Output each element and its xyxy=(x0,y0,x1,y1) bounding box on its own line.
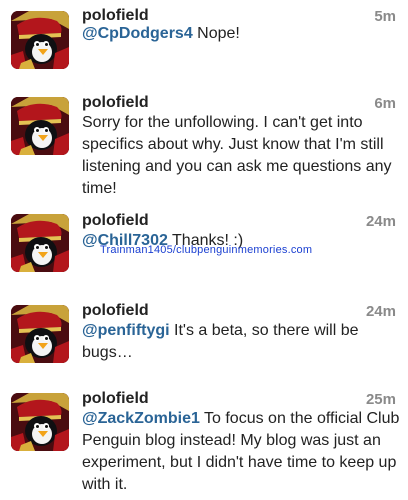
tweet-body: Nope! xyxy=(192,25,240,42)
tweet-username[interactable]: polofield xyxy=(82,302,149,320)
tweet-text: @ZackZombie1 To focus on the official Cl… xyxy=(82,408,400,496)
tweet-item[interactable]: polofield 5m @CpDodgers4 Nope! xyxy=(0,0,408,87)
tweet-item[interactable]: polofield 24m @Chill7302 Thanks! :) Trai… xyxy=(0,204,408,295)
penguin-avatar-icon[interactable] xyxy=(11,214,69,272)
tweet-timestamp: 25m xyxy=(365,391,396,408)
tweet-text: Sorry for the unfollowing. I can't get i… xyxy=(82,114,392,197)
tweet-username[interactable]: polofield xyxy=(82,94,149,112)
tweet-feed: polofield 5m @CpDodgers4 Nope! polofield… xyxy=(0,0,408,500)
tweet-text: @penfiftygi It's a beta, so there will b… xyxy=(82,320,400,364)
tweet-timestamp: 6m xyxy=(374,95,396,112)
penguin-avatar-icon[interactable] xyxy=(11,11,69,69)
penguin-avatar-icon[interactable] xyxy=(11,393,69,451)
tweet-text: @CpDodgers4 Nope! xyxy=(82,23,400,45)
mention-link[interactable]: @penfiftygi xyxy=(82,322,170,339)
tweet-username[interactable]: polofield xyxy=(82,212,149,230)
mention-link[interactable]: @ZackZombie1 xyxy=(82,410,200,427)
tweet-timestamp: 24m xyxy=(365,213,396,230)
watermark-text: Trainman1405/clubpenguinmemories.com xyxy=(100,244,313,256)
tweet-username[interactable]: polofield xyxy=(82,390,149,408)
tweet-timestamp: 24m xyxy=(365,303,396,320)
penguin-avatar-icon[interactable] xyxy=(11,97,69,155)
tweet-item[interactable]: polofield 25m @ZackZombie1 To focus on t… xyxy=(0,382,408,500)
tweet-item[interactable]: polofield 24m @penfiftygi It's a beta, s… xyxy=(0,294,408,383)
tweet-item[interactable]: polofield 6m Sorry for the unfollowing. … xyxy=(0,86,408,205)
mention-link[interactable]: @CpDodgers4 xyxy=(82,25,193,42)
penguin-avatar-icon[interactable] xyxy=(11,305,69,363)
